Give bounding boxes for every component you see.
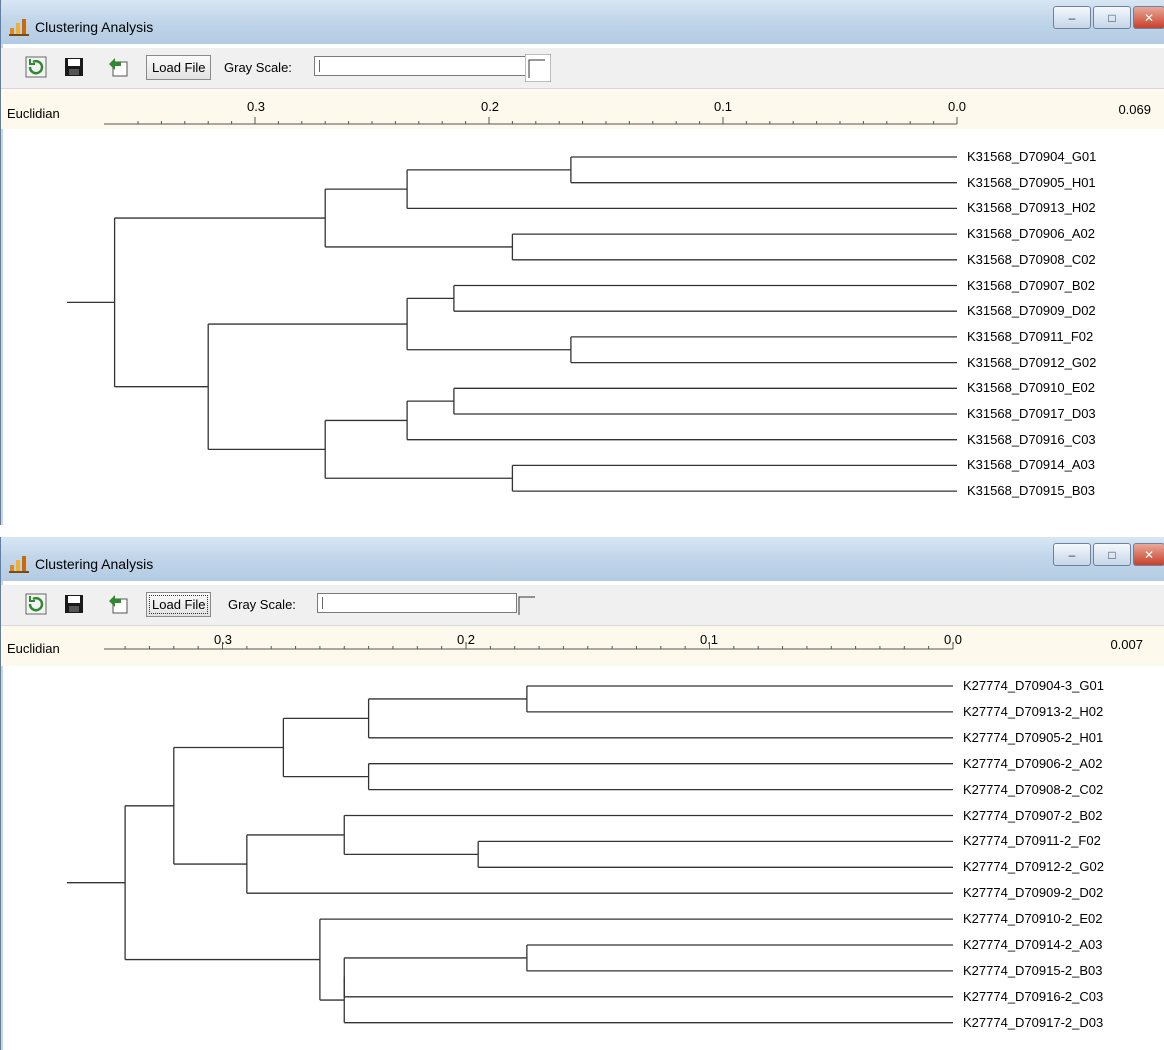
- leaf-label: K31568_D70914_A03: [967, 457, 1095, 473]
- leaf-label: K31568_D70915_B03: [967, 483, 1095, 499]
- clustering-window-1: Clustering Analysis – □ ✕ Load File Gray…: [0, 0, 1164, 525]
- leaf-label: K27774_D70913-2_H02: [963, 703, 1104, 719]
- leaf-label: K31568_D70912_G02: [967, 354, 1097, 370]
- leaf-label: K27774_D70910-2_E02: [963, 911, 1103, 927]
- leaf-label: K27774_D70911-2_F02: [963, 833, 1101, 849]
- leaf-label: K27774_D70904-3_G01: [963, 678, 1104, 693]
- leaf-label: K27774_D70915-2_B03: [963, 962, 1103, 978]
- leaf-label: K27774_D70916-2_C03: [963, 988, 1104, 1004]
- leaf-label: K31568_D70905_H01: [967, 174, 1096, 190]
- leaf-label: K27774_D70917-2_D03: [963, 1014, 1104, 1030]
- leaf-label: K31568_D70907_B02: [967, 277, 1095, 293]
- leaf-label: K27774_D70908-2_C02: [963, 781, 1104, 797]
- leaf-label: K27774_D70906-2_A02: [963, 755, 1103, 771]
- leaf-label: K31568_D70916_C03: [967, 431, 1096, 447]
- leaf-label: K31568_D70909_D02: [967, 303, 1096, 319]
- leaf-label: K31568_D70908_C02: [967, 251, 1096, 267]
- leaf-label: K27774_D70907-2_B02: [963, 807, 1103, 823]
- leaf-label: K31568_D70906_A02: [967, 226, 1095, 242]
- leaf-label: K31568_D70911_F02: [967, 328, 1094, 344]
- leaf-label: K31568_D70917_D03: [967, 406, 1096, 421]
- leaf-label: K27774_D70909-2_D02: [963, 885, 1104, 901]
- leaf-label: K27774_D70914-2_A03: [963, 937, 1103, 952]
- leaf-label: K31568_D70904_G01: [967, 149, 1097, 164]
- clustering-window-2: Clustering Analysis – □ ✕ Load File Gray…: [0, 537, 1164, 1050]
- leaf-label: K27774_D70912-2_G02: [963, 859, 1104, 875]
- leaf-label: K31568_D70910_E02: [967, 380, 1095, 396]
- leaf-label: K31568_D70913_H02: [967, 200, 1096, 216]
- leaf-label: K27774_D70905-2_H01: [963, 729, 1104, 745]
